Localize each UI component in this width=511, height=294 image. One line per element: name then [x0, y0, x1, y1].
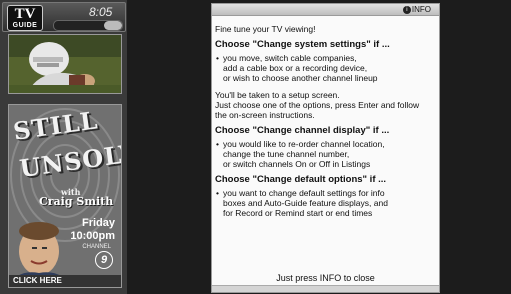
ad-channel-label: CHANNEL — [82, 244, 111, 250]
time-progress-bar — [53, 20, 123, 31]
tv-guide-logo: TV GUIDE — [7, 5, 43, 31]
info-badge-label: INFO — [411, 5, 431, 14]
info-body: Fine tune your TV viewing! Choose "Chang… — [215, 24, 437, 218]
logo-line1: TV — [14, 6, 36, 22]
section-bullet-system-settings: you move, switch cable companies, add a … — [215, 53, 437, 83]
left-sidebar: TV GUIDE 8:05 STILL UNSOLVED with Craig … — [0, 0, 127, 294]
logo-line2: GUIDE — [12, 22, 38, 29]
info-badge: i INFO — [402, 4, 431, 15]
ad-host-name: Craig Smith — [39, 195, 114, 208]
section-heading-channel-display: Choose "Change channel display" if ... — [215, 125, 390, 136]
setup-screen-note: You'll be taken to a setup screen. Just … — [215, 90, 420, 120]
section-heading-default-options: Choose "Change default options" if ... — [215, 174, 387, 185]
info-intro: Fine tune your TV viewing! — [215, 24, 316, 34]
section-heading-system-settings: Choose "Change system settings" if ... — [215, 39, 390, 50]
ad-day: Friday — [81, 217, 115, 229]
sports-photo[interactable] — [8, 34, 122, 94]
header-bar: TV GUIDE 8:05 — [2, 2, 126, 32]
section-bullet-channel-display: you would like to re-order channel locat… — [215, 139, 437, 169]
info-panel-footbar — [212, 285, 439, 292]
info-panel-topbar: i INFO — [212, 4, 439, 16]
clock-time: 8:05 — [89, 5, 113, 19]
click-here-button[interactable]: CLICK HERE — [9, 275, 121, 287]
promo-ad[interactable]: STILL UNSOLVED with Craig Smith Friday 1… — [8, 104, 122, 288]
football-player-image — [9, 35, 121, 93]
info-panel: i INFO Fine tune your TV viewing! Choose … — [211, 3, 440, 293]
info-icon: i — [402, 5, 411, 14]
section-bullet-default-options: you want to change default settings for … — [215, 188, 437, 218]
ad-time: 10:00pm — [70, 230, 115, 242]
close-instruction: Just press INFO to close — [276, 273, 375, 283]
channel-number-badge: 9 — [95, 251, 113, 269]
